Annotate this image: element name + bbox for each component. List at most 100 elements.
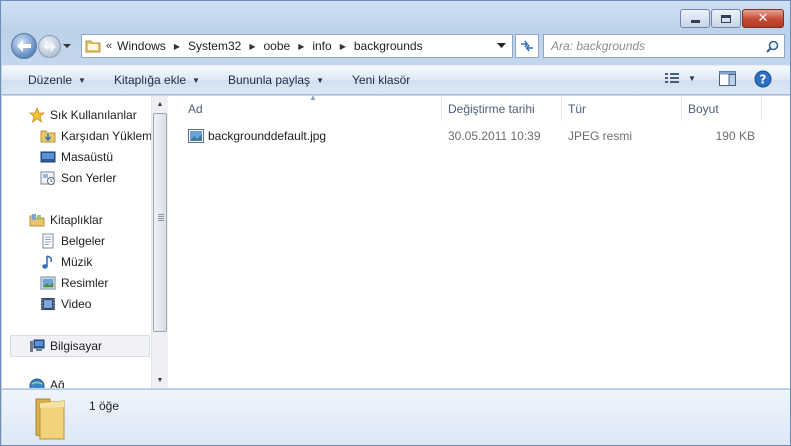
details-pane: 1 öğe xyxy=(2,389,790,445)
column-header-date-modified[interactable]: Değiştirme tarihi xyxy=(442,96,562,121)
nav-item-label: Karşıdan Yüklem xyxy=(61,129,153,143)
chevron-down-icon: ▼ xyxy=(316,75,324,85)
command-bar: Düzenle ▼ Kitaplığa ekle ▼ Bununla paylaş ▼… xyxy=(2,65,790,95)
scrollbar-thumb[interactable] xyxy=(153,113,167,332)
preview-pane-icon xyxy=(719,71,736,86)
organize-menu[interactable]: Düzenle ▼ xyxy=(28,73,86,87)
video-icon xyxy=(41,298,55,310)
column-header-label: Boyut xyxy=(688,101,719,116)
close-button[interactable]: ✕ xyxy=(742,9,784,28)
address-bar[interactable]: « Windows ▶ System32 ▶ oobe ▶ info ▶ bac… xyxy=(81,34,513,58)
back-button[interactable] xyxy=(11,33,37,59)
minimize-button[interactable] xyxy=(680,9,710,28)
nav-item-label: Masaüstü xyxy=(61,150,114,164)
nav-item-label: Video xyxy=(61,297,92,311)
new-folder-label: Yeni klasör xyxy=(352,73,411,87)
scroll-down-icon[interactable]: ▼ xyxy=(152,372,168,388)
nav-item-favorites[interactable]: Sık Kullanılanlar xyxy=(29,107,137,123)
preview-pane-button[interactable] xyxy=(719,71,736,86)
navigation-pane: Sık Kullanılanlar Karşıdan Yüklem Masaüs… xyxy=(2,96,168,388)
libraries-icon xyxy=(29,214,45,227)
help-button[interactable]: ? xyxy=(754,70,772,88)
new-folder-button[interactable]: Yeni klasör xyxy=(352,73,410,87)
documents-icon xyxy=(42,233,54,249)
star-icon xyxy=(29,107,45,123)
close-icon: ✕ xyxy=(757,11,769,26)
file-list: ▲ Ad Değiştirme tarihi Tür Boyut backgro… xyxy=(169,93,790,388)
downloads-folder-icon xyxy=(40,130,56,143)
nav-item-computer[interactable]: Bilgisayar xyxy=(29,338,102,354)
breadcrumb-backgrounds[interactable]: backgrounds xyxy=(354,39,423,53)
scroll-up-icon[interactable]: ▲ xyxy=(152,96,168,112)
nav-item-recent-places[interactable]: Son Yerler xyxy=(40,170,116,186)
nav-item-label: Belgeler xyxy=(61,234,106,248)
computer-icon xyxy=(30,339,45,352)
refresh-button[interactable] xyxy=(515,34,539,58)
forward-button[interactable] xyxy=(38,35,61,58)
breadcrumb-separator-icon[interactable]: ▶ xyxy=(340,42,346,51)
chevron-down-icon: ▼ xyxy=(192,75,200,85)
address-dropdown-icon[interactable] xyxy=(497,43,506,49)
maximize-icon xyxy=(721,14,731,23)
change-view-button[interactable]: ▼ xyxy=(664,71,696,85)
caption-buttons: ✕ xyxy=(680,9,784,28)
file-name[interactable]: backgrounddefault.jpg xyxy=(208,129,326,143)
breadcrumb-separator-icon[interactable]: ▶ xyxy=(249,42,255,51)
file-size: 190 KB xyxy=(715,129,755,143)
desktop-icon xyxy=(40,151,56,163)
share-with-label: Bununla paylaş xyxy=(228,73,311,87)
include-in-library-label: Kitaplığa ekle xyxy=(114,73,187,87)
nav-item-downloads[interactable]: Karşıdan Yüklem xyxy=(40,128,152,144)
column-header-label: Tür xyxy=(568,101,586,116)
search-box[interactable]: Ara: backgrounds xyxy=(543,34,785,58)
column-header-type[interactable]: Tür xyxy=(562,96,682,121)
maximize-button[interactable] xyxy=(711,9,741,28)
recent-places-icon xyxy=(40,171,55,185)
nav-item-label: Son Yerler xyxy=(61,171,117,185)
navigation-scrollbar[interactable]: ▲ ▼ xyxy=(151,96,168,388)
nav-item-videos[interactable]: Video xyxy=(40,296,91,312)
music-note-icon xyxy=(42,255,52,269)
help-icon: ? xyxy=(754,70,772,88)
breadcrumb-windows[interactable]: Windows xyxy=(117,39,166,53)
breadcrumb-info[interactable]: info xyxy=(312,39,331,53)
nav-item-label: Kitaplıklar xyxy=(50,213,103,227)
nav-item-music[interactable]: Müzik xyxy=(40,254,92,270)
column-header-name[interactable]: Ad xyxy=(182,96,442,121)
column-header-label: Değiştirme tarihi xyxy=(448,101,535,116)
explorer-window: ✕ « Windows ▶ System32 ▶ oobe ▶ info ▶ b… xyxy=(0,0,791,446)
grip-icon xyxy=(158,214,164,222)
include-in-library-menu[interactable]: Kitaplığa ekle ▼ xyxy=(114,73,200,87)
arrow-left-icon xyxy=(17,40,31,52)
share-with-menu[interactable]: Bununla paylaş ▼ xyxy=(228,73,324,87)
column-header-size[interactable]: Boyut xyxy=(682,96,762,121)
nav-item-pictures[interactable]: Resimler xyxy=(40,275,108,291)
chevron-down-icon[interactable]: ▼ xyxy=(688,74,696,83)
nav-item-label: Müzik xyxy=(61,255,93,269)
breadcrumb-system32[interactable]: System32 xyxy=(188,39,241,53)
nav-item-label: Ağ xyxy=(50,378,65,388)
breadcrumb-overflow[interactable]: « xyxy=(106,40,112,52)
nav-item-libraries[interactable]: Kitaplıklar xyxy=(29,212,103,228)
nav-item-network[interactable]: Ağ xyxy=(29,378,65,388)
item-count: 1 öğe xyxy=(89,399,120,413)
arrow-right-icon xyxy=(43,41,56,52)
main-area: Sık Kullanılanlar Karşıdan Yüklem Masaüs… xyxy=(2,93,790,388)
nav-item-documents[interactable]: Belgeler xyxy=(40,233,105,249)
nav-item-desktop[interactable]: Masaüstü xyxy=(40,149,113,165)
file-type: JPEG resmi xyxy=(568,129,633,143)
nav-item-label: Resimler xyxy=(61,276,109,290)
folder-icon xyxy=(85,40,101,53)
search-icon[interactable] xyxy=(766,40,779,53)
search-input[interactable]: Ara: backgrounds xyxy=(551,39,766,53)
file-date-modified: 30.05.2011 10:39 xyxy=(448,129,541,143)
breadcrumb-separator-icon[interactable]: ▶ xyxy=(298,42,304,51)
svg-text:?: ? xyxy=(760,73,767,87)
breadcrumb-separator-icon[interactable]: ▶ xyxy=(174,42,180,51)
recent-pages-dropdown[interactable] xyxy=(63,42,71,50)
breadcrumb-oobe[interactable]: oobe xyxy=(263,39,290,53)
table-row[interactable]: backgrounddefault.jpg 30.05.2011 10:39 J… xyxy=(169,125,789,147)
nav-item-label: Sık Kullanılanlar xyxy=(50,108,137,122)
navigation-row: « Windows ▶ System32 ▶ oobe ▶ info ▶ bac… xyxy=(11,33,786,61)
network-icon xyxy=(29,378,45,388)
